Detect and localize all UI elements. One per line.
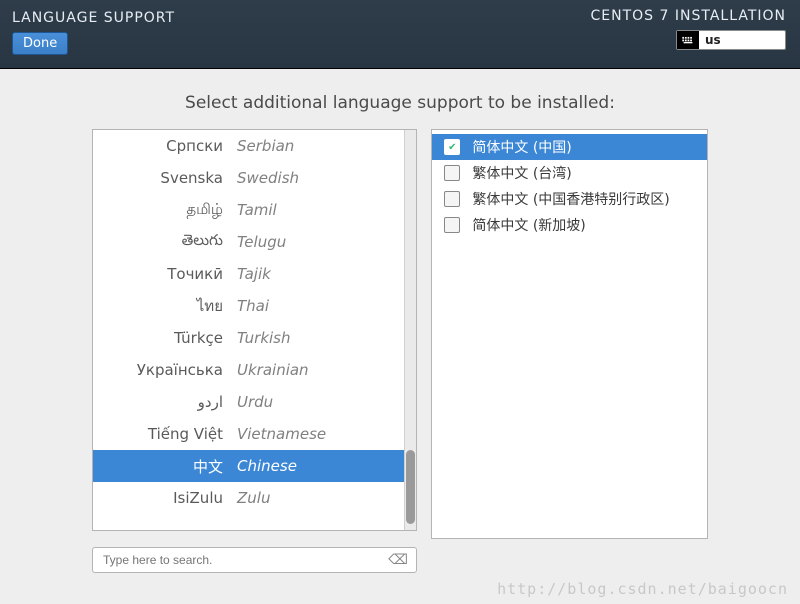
language-row[interactable]: தமிழ்Tamil	[93, 194, 416, 226]
language-row[interactable]: IsiZuluZulu	[93, 482, 416, 514]
language-row[interactable]: TürkçeTurkish	[93, 322, 416, 354]
locale-row[interactable]: 繁体中文 (中国香港特别行政区)	[432, 186, 707, 212]
language-row[interactable]: ไทยThai	[93, 290, 416, 322]
watermark-text: http://blog.csdn.net/baigoocn	[497, 580, 788, 598]
language-english-label: Serbian	[237, 137, 416, 155]
locale-row[interactable]: 简体中文 (新加坡)	[432, 212, 707, 238]
language-scroll-area[interactable]: СрпскиSerbianSvenskaSwedishதமிழ்Tamilతెల…	[93, 130, 416, 530]
keyboard-layout-label: us	[699, 33, 721, 47]
language-english-label: Swedish	[237, 169, 416, 187]
keyboard-layout-selector[interactable]: us	[676, 30, 786, 50]
locale-checkbox[interactable]: ✔	[444, 139, 460, 155]
locale-row[interactable]: 繁体中文 (台湾)	[432, 160, 707, 186]
language-list-panel: СрпскиSerbianSvenskaSwedishதமிழ்Tamilతెల…	[92, 129, 417, 531]
language-english-label: Ukrainian	[237, 361, 416, 379]
language-english-label: Urdu	[237, 393, 416, 411]
language-native-label: 中文	[93, 456, 237, 477]
language-english-label: Turkish	[237, 329, 416, 347]
language-native-label: Svenska	[93, 169, 237, 187]
language-english-label: Tajik	[237, 265, 416, 283]
scrollbar[interactable]	[404, 130, 416, 530]
language-native-label: ไทย	[93, 294, 237, 318]
header-bar: LANGUAGE SUPPORT Done CENTOS 7 INSTALLAT…	[0, 0, 800, 69]
language-native-label: తెలుగు	[93, 231, 237, 253]
locale-checkbox[interactable]	[444, 217, 460, 233]
locale-label: 繁体中文 (台湾)	[472, 163, 571, 183]
locale-row[interactable]: ✔ 简体中文 (中国)	[432, 134, 707, 160]
language-row[interactable]: اردوUrdu	[93, 386, 416, 418]
language-native-label: Српски	[93, 137, 237, 155]
locale-list-panel: ✔ 简体中文 (中国) 繁体中文 (台湾) 繁体中文 (中国香港特别行政区) 简体中文 …	[431, 129, 708, 539]
locale-label: 简体中文 (中国)	[472, 137, 571, 157]
language-row[interactable]: తెలుగుTelugu	[93, 226, 416, 258]
language-native-label: Українська	[93, 361, 237, 379]
header-right: CENTOS 7 INSTALLATION us	[591, 8, 786, 50]
locale-checkbox[interactable]	[444, 191, 460, 207]
language-row[interactable]: СрпскиSerbian	[93, 130, 416, 162]
locale-checkbox[interactable]	[444, 165, 460, 181]
language-native-label: اردو	[93, 393, 237, 411]
language-row[interactable]: SvenskaSwedish	[93, 162, 416, 194]
language-english-label: Tamil	[237, 201, 416, 219]
language-english-label: Zulu	[237, 489, 416, 507]
search-box[interactable]: ⌫	[92, 547, 417, 573]
instruction-text: Select additional language support to be…	[0, 93, 800, 113]
locale-label: 繁体中文 (中国香港特别行政区)	[472, 189, 669, 209]
language-row[interactable]: 中文Chinese›	[93, 450, 416, 482]
scrollbar-thumb[interactable]	[406, 450, 415, 524]
locale-label: 简体中文 (新加坡)	[472, 215, 585, 235]
search-input[interactable]	[101, 552, 388, 568]
done-button[interactable]: Done	[12, 32, 68, 55]
language-row[interactable]: ТочикӣTajik	[93, 258, 416, 290]
language-native-label: IsiZulu	[93, 489, 237, 507]
language-english-label: Thai	[237, 297, 416, 315]
keyboard-icon	[677, 31, 699, 49]
language-native-label: தமிழ்	[93, 200, 237, 220]
language-native-label: Точикӣ	[93, 265, 237, 283]
language-native-label: Tiếng Việt	[93, 425, 237, 443]
language-native-label: Türkçe	[93, 329, 237, 347]
language-english-label: Telugu	[237, 233, 416, 251]
language-english-label: Chinese	[237, 457, 396, 475]
language-row[interactable]: Tiếng ViệtVietnamese	[93, 418, 416, 450]
clear-search-icon[interactable]: ⌫	[388, 552, 408, 568]
language-row[interactable]: УкраїнськаUkrainian	[93, 354, 416, 386]
installer-name: CENTOS 7 INSTALLATION	[591, 8, 786, 24]
language-english-label: Vietnamese	[237, 425, 416, 443]
